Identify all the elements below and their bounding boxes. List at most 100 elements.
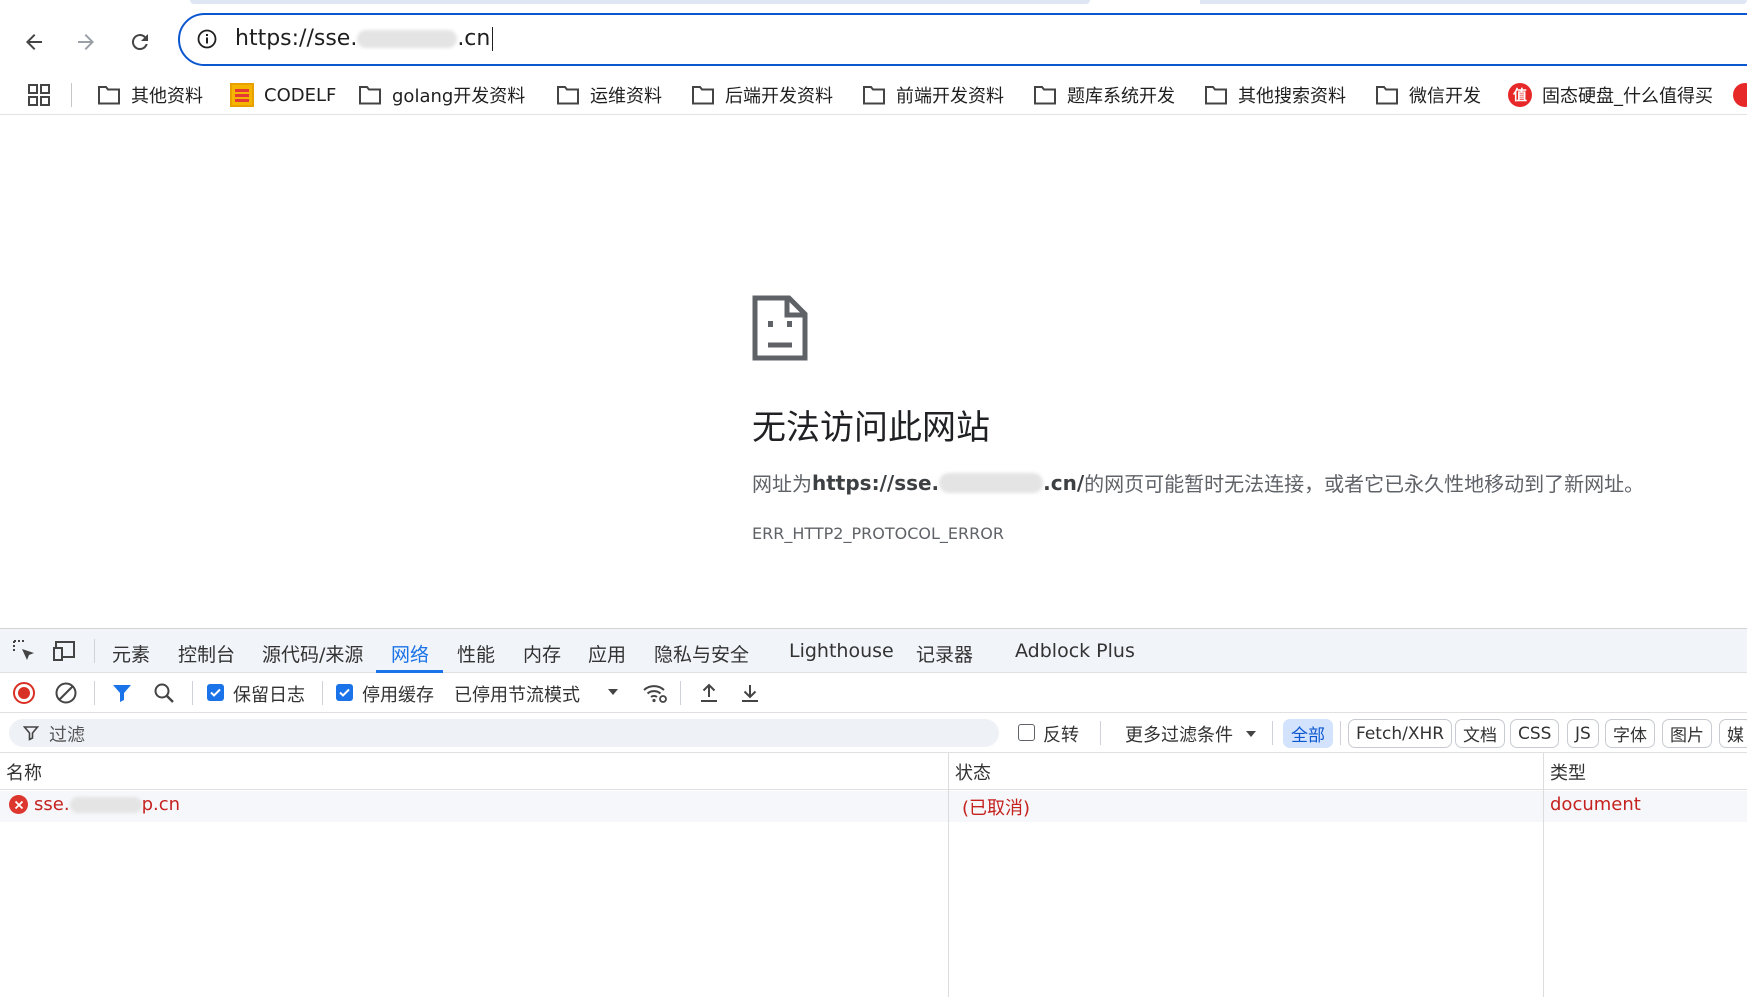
invert-checkbox[interactable]: [1018, 724, 1035, 741]
column-header-type[interactable]: 类型: [1544, 753, 1747, 790]
throttling-select[interactable]: 已停用节流模式: [454, 681, 580, 707]
bookmark-label: CODELF: [264, 84, 337, 106]
folder-icon: [359, 86, 381, 105]
request-type-cell: document: [1550, 794, 1641, 815]
bookmark-folder[interactable]: golang开发资料: [358, 82, 525, 108]
bookmark-overflow[interactable]: [1733, 82, 1747, 108]
folder-icon: [557, 86, 579, 105]
url-prefix: https://sse.: [235, 26, 358, 51]
bookmark-folder[interactable]: 运维资料: [556, 82, 662, 108]
search-icon[interactable]: [152, 681, 176, 705]
chevron-down-icon[interactable]: [1244, 727, 1258, 741]
zhi-icon: 值: [1508, 83, 1532, 107]
filter-chip-img[interactable]: 图片: [1662, 719, 1712, 748]
preserve-log-checkbox[interactable]: [207, 684, 224, 701]
tab[interactable]: [190, 0, 1090, 4]
error-url-prefix: https://sse.: [812, 470, 940, 495]
filter-placeholder: 过滤: [49, 725, 85, 746]
export-har-icon[interactable]: [738, 681, 762, 705]
request-name-cell[interactable]: sse. p.cn: [9, 794, 180, 815]
tab-adblock-plus[interactable]: Adblock Plus: [1015, 640, 1135, 662]
folder-icon: [1376, 86, 1398, 105]
inspect-element-icon[interactable]: [12, 639, 38, 663]
check-icon: [210, 688, 221, 697]
bookmark-folder[interactable]: 其他资料: [97, 82, 203, 108]
url-suffix: .cn: [457, 26, 491, 51]
bookmark-label: 固态硬盘_什么值得买: [1542, 86, 1713, 107]
tab-elements[interactable]: 元素: [112, 640, 150, 667]
tab-memory[interactable]: 内存: [523, 640, 561, 667]
bookmark-folder[interactable]: 其他搜索资料: [1204, 82, 1346, 108]
apps-grid-icon[interactable]: [27, 83, 51, 107]
disable-cache-checkbox[interactable]: [336, 684, 353, 701]
redacted-domain: [357, 29, 458, 48]
bookmark-folder[interactable]: 后端开发资料: [691, 82, 833, 108]
tab[interactable]: [1200, 0, 1747, 4]
tab-sources[interactable]: 源代码/来源: [262, 640, 363, 667]
filter-input[interactable]: 过滤: [9, 719, 999, 747]
error-desc-prefix: 网址为: [752, 472, 812, 496]
folder-icon: [1034, 86, 1056, 105]
filter-chip-all[interactable]: 全部: [1283, 719, 1333, 748]
network-conditions-icon[interactable]: [642, 681, 668, 705]
network-toolbar: 保留日志 停用缓存 已停用节流模式: [0, 673, 1747, 713]
filter-chip-doc[interactable]: 文档: [1455, 719, 1505, 748]
devtools-panel: 元素 控制台 源代码/来源 网络 性能 内存 应用 隐私与安全 Lighthou…: [0, 628, 1747, 997]
tab-console[interactable]: 控制台: [178, 640, 235, 667]
bookmarks-divider: [71, 83, 72, 107]
bookmark-folder[interactable]: 前端开发资料: [862, 82, 1004, 108]
import-har-icon[interactable]: [697, 681, 721, 705]
info-icon[interactable]: [196, 28, 218, 50]
more-filters-dropdown[interactable]: 更多过滤条件: [1125, 721, 1233, 747]
error-title: 无法访问此网站: [752, 408, 990, 448]
filter-icon[interactable]: [110, 681, 134, 705]
tab-application[interactable]: 应用: [588, 640, 626, 667]
bookmark-folder[interactable]: 题库系统开发: [1033, 82, 1175, 108]
error-icon: [9, 795, 28, 814]
tab-lighthouse[interactable]: Lighthouse: [789, 640, 894, 662]
invert-label[interactable]: 反转: [1043, 721, 1079, 747]
tab-recorder[interactable]: 记录器: [916, 640, 973, 667]
filter-chip-font[interactable]: 字体: [1605, 719, 1655, 748]
network-request-table: 名称 状态 类型 sse. p.cn (已取消) document: [0, 753, 1747, 997]
stop-recording-icon[interactable]: [12, 681, 36, 705]
bookmarks-bar: 其他资料 CODELF golang开发资料 运维资料 后端开发资料 前端开发资…: [0, 75, 1747, 115]
bookmark-folder[interactable]: 微信开发: [1375, 82, 1481, 108]
error-url-suffix: .cn/: [1043, 470, 1085, 495]
tab-privacy-security[interactable]: 隐私与安全: [654, 640, 749, 667]
zhi-icon: [1733, 83, 1747, 107]
filter-chip-js[interactable]: JS: [1567, 719, 1599, 748]
bookmark-label: golang开发资料: [392, 86, 526, 107]
clear-icon[interactable]: [54, 681, 78, 705]
filter-divider: [1100, 721, 1101, 745]
filter-chip-css[interactable]: CSS: [1510, 719, 1560, 748]
filter-chip-media[interactable]: 媒: [1719, 719, 1747, 748]
folder-icon: [98, 86, 120, 105]
table-row[interactable]: sse. p.cn (已取消) document: [0, 791, 1747, 822]
url-text[interactable]: https://sse. .cn: [235, 26, 494, 51]
tab-strip: [0, 0, 1747, 8]
toolbar-divider: [94, 681, 95, 705]
tab-divider: [94, 639, 95, 663]
filter-chip-fetch-xhr[interactable]: Fetch/XHR: [1348, 719, 1453, 748]
disable-cache-label[interactable]: 停用缓存: [362, 681, 434, 707]
error-desc-suffix: 的网页可能暂时无法连接，或者它已永久性地移动到了新网址。: [1084, 472, 1645, 496]
bookmark-link[interactable]: CODELF: [230, 82, 336, 108]
forward-button[interactable]: [66, 22, 106, 62]
arrow-left-icon: [26, 34, 42, 50]
preserve-log-label[interactable]: 保留日志: [233, 681, 305, 707]
back-button[interactable]: [14, 22, 54, 62]
reload-button[interactable]: [120, 22, 160, 62]
bookmark-link[interactable]: 值 固态硬盘_什么值得买: [1508, 82, 1713, 108]
device-toolbar-icon[interactable]: [52, 639, 78, 663]
column-header-name[interactable]: 名称: [0, 753, 948, 790]
bookmark-label: 前端开发资料: [896, 86, 1004, 107]
column-header-status[interactable]: 状态: [949, 753, 1543, 790]
tab-performance[interactable]: 性能: [457, 640, 495, 667]
chevron-down-icon[interactable]: [606, 685, 620, 699]
address-bar[interactable]: https://sse. .cn: [178, 13, 1747, 66]
bookmark-label: 其他搜索资料: [1238, 86, 1346, 107]
bookmark-label: 运维资料: [590, 86, 662, 107]
error-description: 网址为 https://sse. .cn/ 的网页可能暂时无法连接，或者它已永久…: [752, 468, 1644, 497]
tab-network[interactable]: 网络: [391, 640, 429, 667]
